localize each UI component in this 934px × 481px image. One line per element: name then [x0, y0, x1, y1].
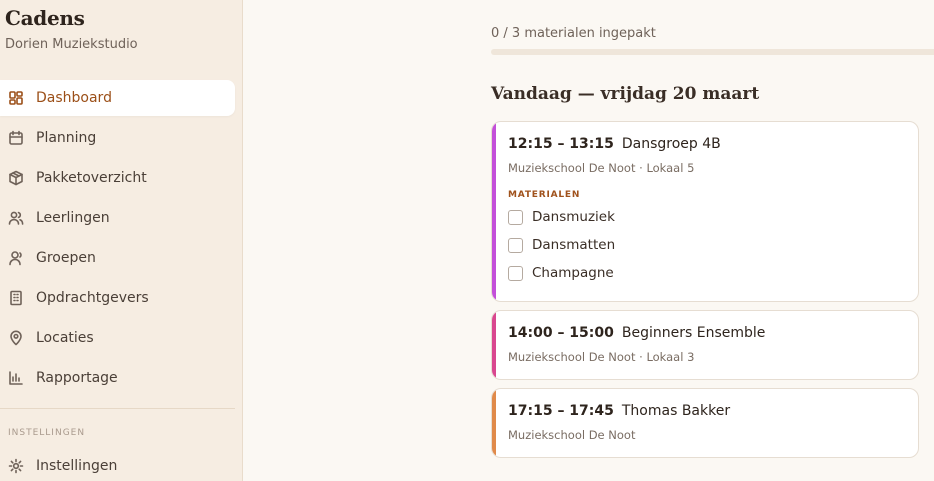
sidebar-item-label: Pakketoverzicht — [36, 170, 147, 186]
sidebar-item-opdrachtgevers[interactable]: Opdrachtgevers — [0, 280, 235, 316]
sidebar-item-planning[interactable]: Planning — [0, 120, 235, 156]
studio-name: Dorien Muziekstudio — [5, 37, 138, 52]
day-title: Vandaag — vrijdag 20 maart — [491, 84, 760, 104]
sidebar-nav: Dashboard Planning Pakketoverzicht Leerl… — [0, 80, 235, 400]
material-label: Champagne — [532, 265, 614, 281]
material-checkbox[interactable] — [508, 265, 523, 281]
sidebar-item-label: Dashboard — [36, 90, 112, 106]
material-item[interactable]: Dansmuziek — [508, 203, 908, 231]
app-title: Cadens — [5, 6, 85, 30]
packing-progress-bar — [491, 49, 934, 55]
material-checkbox[interactable] — [508, 237, 523, 253]
calendar-icon — [8, 130, 24, 146]
event-time: 14:00 – 15:00 — [508, 325, 614, 341]
section-label-settings: INSTELLINGEN — [8, 428, 86, 438]
event-card[interactable]: 17:15 – 17:45 Thomas Bakker Muziekschool … — [491, 388, 919, 458]
sidebar-item-pakketoverzicht[interactable]: Pakketoverzicht — [0, 160, 235, 196]
material-item[interactable]: Champagne — [508, 259, 908, 287]
event-time: 17:15 – 17:45 — [508, 403, 614, 419]
sidebar-item-locaties[interactable]: Locaties — [0, 320, 235, 356]
event-title: Dansgroep 4B — [621, 136, 721, 152]
event-accent-bar — [492, 122, 496, 301]
sidebar-item-label: Groepen — [36, 250, 96, 266]
bar-chart-icon — [8, 370, 24, 386]
sidebar-item-label: Locaties — [36, 330, 94, 346]
event-card-body: 17:15 – 17:45 Thomas Bakker Muziekschool … — [508, 403, 908, 442]
material-label: Dansmuziek — [532, 209, 615, 225]
package-icon — [8, 170, 24, 186]
sidebar-item-instellingen[interactable]: Instellingen — [0, 448, 235, 481]
event-location: Muziekschool De Noot — [508, 428, 636, 442]
materials-label: MATERIALEN — [508, 190, 581, 200]
settings-nav: Instellingen — [0, 448, 235, 481]
group-icon — [8, 250, 24, 266]
sidebar-item-label: Rapportage — [36, 370, 118, 386]
event-location: Muziekschool De Noot · Lokaal 3 — [508, 350, 695, 364]
event-card-body: 14:00 – 15:00 Beginners Ensemble Muzieksc… — [508, 325, 908, 364]
sidebar-item-groepen[interactable]: Groepen — [0, 240, 235, 276]
sidebar-item-label: Instellingen — [36, 458, 118, 474]
material-checkbox[interactable] — [508, 209, 523, 225]
gear-icon — [8, 458, 24, 474]
sidebar-item-leerlingen[interactable]: Leerlingen — [0, 200, 235, 236]
event-accent-bar — [492, 311, 496, 379]
event-header: 12:15 – 13:15 Dansgroep 4B — [508, 136, 908, 152]
event-accent-bar — [492, 389, 496, 457]
packing-progress-text: 0 / 3 materialen ingepakt — [491, 26, 656, 41]
event-card[interactable]: 12:15 – 13:15 Dansgroep 4B Muziekschool D… — [491, 121, 919, 302]
event-location: Muziekschool De Noot · Lokaal 5 — [508, 161, 695, 175]
users-icon — [8, 210, 24, 226]
event-card[interactable]: 14:00 – 15:00 Beginners Ensemble Muzieksc… — [491, 310, 919, 380]
sidebar: Cadens Dorien Muziekstudio Dashboard Pla… — [0, 0, 243, 481]
event-header: 14:00 – 15:00 Beginners Ensemble — [508, 325, 908, 341]
event-card-body: 12:15 – 13:15 Dansgroep 4B Muziekschool D… — [508, 136, 908, 287]
material-item[interactable]: Dansmatten — [508, 231, 908, 259]
material-label: Dansmatten — [532, 237, 616, 253]
sidebar-divider — [0, 408, 235, 409]
sidebar-item-label: Planning — [36, 130, 97, 146]
sidebar-item-dashboard[interactable]: Dashboard — [0, 80, 235, 116]
event-time: 12:15 – 13:15 — [508, 136, 614, 152]
sidebar-item-rapportage[interactable]: Rapportage — [0, 360, 235, 396]
sidebar-item-label: Leerlingen — [36, 210, 110, 226]
event-title: Thomas Bakker — [621, 403, 731, 419]
map-pin-icon — [8, 330, 24, 346]
building-icon — [8, 290, 24, 306]
event-header: 17:15 – 17:45 Thomas Bakker — [508, 403, 908, 419]
event-title: Beginners Ensemble — [621, 325, 766, 341]
sidebar-item-label: Opdrachtgevers — [36, 290, 149, 306]
materials-list: Dansmuziek Dansmatten Champagne — [508, 203, 908, 287]
brand: Cadens Dorien Muziekstudio — [5, 6, 138, 52]
dashboard-icon — [8, 90, 24, 106]
